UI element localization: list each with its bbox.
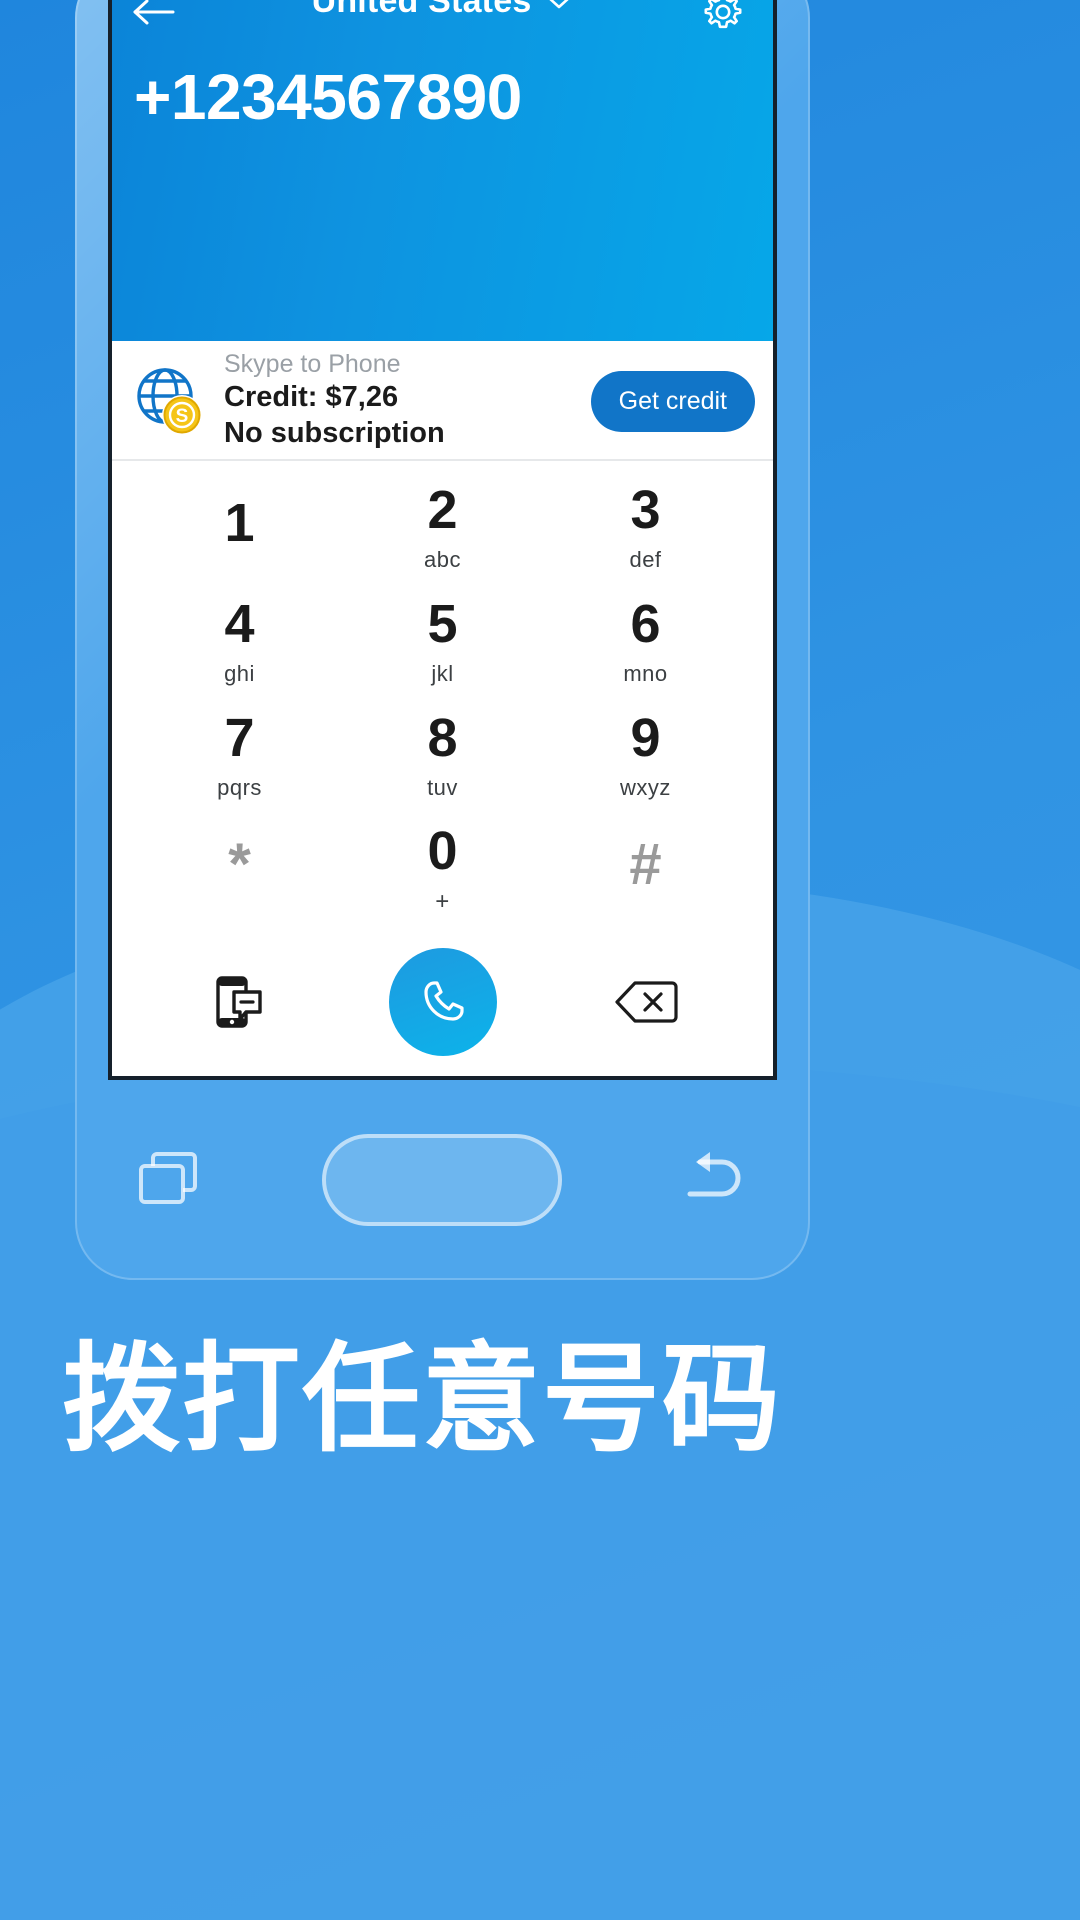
credit-service-label: Skype to Phone [224, 350, 401, 379]
sms-phone-icon [215, 976, 262, 1028]
key-letters: + [435, 888, 450, 915]
dialpad-row: 7 pqrs 8 tuv 9 wxyz [138, 699, 747, 813]
subscription-status: No subscription [224, 417, 445, 450]
app-topbar: United States [112, 0, 773, 60]
dialpad-row: 4 ghi 5 jkl 6 mno [138, 585, 747, 699]
dialpad-key-3[interactable]: 3 def [544, 471, 747, 585]
key-digit: 5 [427, 594, 458, 654]
key-letters: ghi [224, 661, 255, 686]
dialpad-key-0[interactable]: 0 + [341, 813, 544, 927]
recents-squares-icon [138, 1151, 197, 1204]
key-letters: mno [623, 661, 668, 686]
dialpad-key-9[interactable]: 9 wxyz [544, 699, 747, 813]
call-button[interactable] [388, 948, 497, 1056]
credit-bar: S Skype to Phone Credit: $7,26 No subscr… [112, 341, 773, 461]
key-letters: pqrs [217, 775, 262, 800]
country-title: United States [311, 0, 532, 20]
dialpad-key-5[interactable]: 5 jkl [341, 585, 544, 699]
sms-button[interactable] [138, 974, 341, 1030]
poster-headline: 拨打任意号码 [62, 1330, 783, 1468]
settings-button[interactable] [689, 0, 757, 46]
home-button[interactable] [322, 1134, 563, 1226]
call-button-cell [341, 948, 544, 1056]
device-nav-bar [75, 1080, 810, 1280]
key-letters: def [629, 547, 662, 572]
dialpad-row: * 0 + # [138, 813, 747, 927]
dialpad-key-8[interactable]: 8 tuv [341, 699, 544, 813]
country-selector[interactable]: United States [112, 0, 773, 21]
key-digit: 2 [427, 480, 458, 540]
chevron-down-icon [550, 0, 569, 8]
backspace-icon [614, 981, 678, 1023]
key-digit: 7 [224, 708, 255, 768]
globe-coin-icon: S [130, 362, 208, 440]
dialpad-key-hash[interactable]: # [544, 813, 747, 927]
dialpad-row: 1 2 abc 3 def [138, 471, 747, 585]
dialpad-key-4[interactable]: 4 ghi [138, 585, 341, 699]
key-digit: 8 [427, 708, 458, 768]
svg-text:S: S [176, 406, 189, 427]
phone-screen: United States +1234567890 S Skype to Pho… [108, 0, 777, 1080]
key-letters: abc [424, 547, 461, 572]
key-digit: * [228, 832, 251, 897]
dialpad-key-2[interactable]: 2 abc [341, 471, 544, 585]
recents-button[interactable] [133, 1146, 207, 1215]
dialpad-key-7[interactable]: 7 pqrs [138, 699, 341, 813]
phone-device-frame: United States +1234567890 S Skype to Pho… [75, 0, 810, 1280]
dialpad-action-row [112, 927, 773, 1076]
key-digit: 0 [427, 821, 458, 881]
key-digit: 3 [630, 480, 661, 540]
key-digit: 6 [630, 594, 661, 654]
key-digit: 1 [224, 493, 255, 553]
dialpad-key-star[interactable]: * [138, 813, 341, 927]
phone-number-display[interactable]: +1234567890 [134, 60, 522, 134]
key-letters: wxyz [620, 775, 671, 800]
key-digit: 4 [224, 594, 255, 654]
phone-handset-icon [423, 981, 464, 1021]
key-letters: jkl [431, 661, 454, 686]
key-digit: # [629, 832, 662, 897]
back-arrow-icon [687, 1151, 741, 1196]
key-digit: 9 [630, 708, 661, 768]
dialpad: 1 2 abc 3 def 4 ghi 5 jkl 6 mno 7 pqrs 8… [112, 461, 773, 927]
back-button-device[interactable] [678, 1146, 752, 1215]
gear-icon [704, 0, 742, 29]
get-credit-button[interactable]: Get credit [590, 370, 755, 432]
dialpad-key-6[interactable]: 6 mno [544, 585, 747, 699]
backspace-button[interactable] [544, 978, 747, 1026]
key-letters: tuv [427, 775, 458, 800]
dialpad-key-1[interactable]: 1 [138, 471, 341, 585]
credit-amount: Credit: $7,26 [224, 381, 399, 414]
app-header: United States +1234567890 [112, 0, 773, 341]
credit-text-group: Skype to Phone Credit: $7,26 No subscrip… [224, 350, 591, 451]
